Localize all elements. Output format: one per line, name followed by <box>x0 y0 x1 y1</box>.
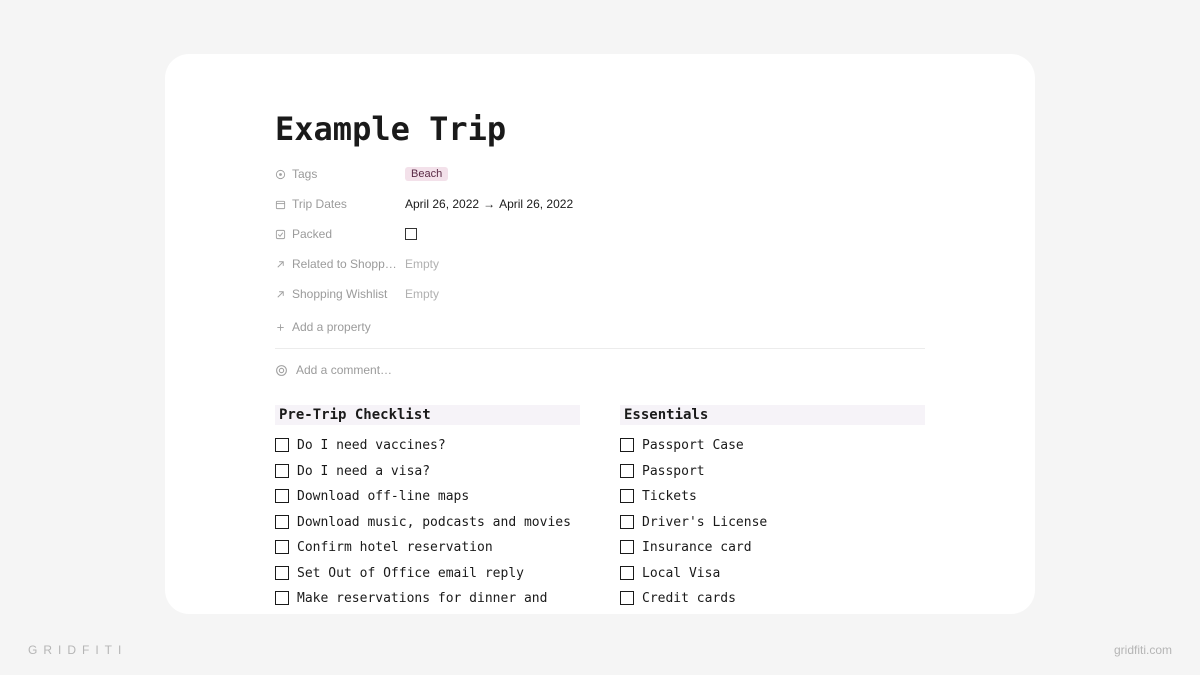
column-pre-trip: Pre-Trip Checklist Do I need vaccines? D… <box>275 405 580 612</box>
plus-icon <box>275 322 286 333</box>
checkbox-icon[interactable] <box>620 540 634 554</box>
property-tags[interactable]: Tags Beach <box>275 162 925 186</box>
property-label: Related to Shopp… <box>275 257 405 271</box>
checkbox-icon[interactable] <box>620 566 634 580</box>
property-label: Packed <box>275 227 405 241</box>
page-title[interactable]: Example Trip <box>275 110 925 148</box>
column-essentials: Essentials Passport Case Passport Ticket… <box>620 405 925 612</box>
property-label: Trip Dates <box>275 197 405 211</box>
list-item[interactable]: Driver's License <box>620 510 925 536</box>
add-comment-row[interactable]: Add a comment… <box>275 353 925 391</box>
add-property-button[interactable]: Add a property <box>275 314 925 344</box>
list-item[interactable]: Local Visa <box>620 561 925 587</box>
comment-placeholder: Add a comment… <box>296 363 392 377</box>
property-value[interactable] <box>405 228 417 240</box>
property-value[interactable]: Empty <box>405 287 439 301</box>
section-heading[interactable]: Essentials <box>620 405 925 425</box>
list-item[interactable]: Tickets <box>620 484 925 510</box>
list-item[interactable]: Set Out of Office email reply <box>275 561 580 587</box>
list-item[interactable]: Credit cards <box>620 586 925 612</box>
checkbox-icon <box>275 229 286 240</box>
section-heading[interactable]: Pre-Trip Checklist <box>275 405 580 425</box>
watermark-brand: GRIDFITI <box>28 643 127 657</box>
checkbox-icon[interactable] <box>275 464 289 478</box>
checkbox-icon[interactable] <box>275 540 289 554</box>
checkbox-icon[interactable] <box>275 489 289 503</box>
list-item[interactable]: Passport <box>620 459 925 485</box>
tag-pill[interactable]: Beach <box>405 167 448 181</box>
list-item[interactable]: Download music, podcasts and movies <box>275 510 580 536</box>
checkbox-unchecked-icon[interactable] <box>405 228 417 240</box>
checkbox-icon[interactable] <box>620 515 634 529</box>
tag-icon <box>275 169 286 180</box>
checkbox-icon[interactable] <box>620 591 634 605</box>
property-related-shopping[interactable]: Related to Shopp… Empty <box>275 252 925 276</box>
checkbox-icon[interactable] <box>620 464 634 478</box>
page-card: Example Trip Tags Beach Trip Dates April… <box>165 54 1035 614</box>
list-item[interactable]: Download off-line maps <box>275 484 580 510</box>
list-item[interactable]: Insurance card <box>620 535 925 561</box>
property-label: Shopping Wishlist <box>275 287 405 301</box>
checkbox-icon[interactable] <box>620 489 634 503</box>
list-item[interactable]: Confirm hotel reservation <box>275 535 580 561</box>
list-item[interactable]: Do I need a visa? <box>275 459 580 485</box>
checkbox-icon[interactable] <box>275 438 289 452</box>
list-item[interactable]: Passport Case <box>620 433 925 459</box>
list-item[interactable]: Do I need vaccines? <box>275 433 580 459</box>
relation-arrow-icon <box>275 259 286 270</box>
comment-icon <box>275 364 288 377</box>
content-columns: Pre-Trip Checklist Do I need vaccines? D… <box>275 405 925 612</box>
property-value[interactable]: Beach <box>405 167 448 181</box>
list-item[interactable]: Make reservations for dinner and <box>275 586 580 612</box>
relation-arrow-icon <box>275 289 286 300</box>
checkbox-icon[interactable] <box>275 515 289 529</box>
checkbox-icon[interactable] <box>275 566 289 580</box>
property-shopping-wishlist[interactable]: Shopping Wishlist Empty <box>275 282 925 306</box>
property-trip-dates[interactable]: Trip Dates April 26, 2022 → April 26, 20… <box>275 192 925 216</box>
property-value[interactable]: April 26, 2022 → April 26, 2022 <box>405 197 573 211</box>
property-packed[interactable]: Packed <box>275 222 925 246</box>
checkbox-icon[interactable] <box>275 591 289 605</box>
calendar-icon <box>275 199 286 210</box>
properties-section: Tags Beach Trip Dates April 26, 2022 → A… <box>275 162 925 306</box>
page-content: Example Trip Tags Beach Trip Dates April… <box>165 54 1035 612</box>
property-label: Tags <box>275 167 405 181</box>
checkbox-icon[interactable] <box>620 438 634 452</box>
divider <box>275 348 925 349</box>
watermark-url: gridfiti.com <box>1114 643 1172 657</box>
property-value[interactable]: Empty <box>405 257 439 271</box>
